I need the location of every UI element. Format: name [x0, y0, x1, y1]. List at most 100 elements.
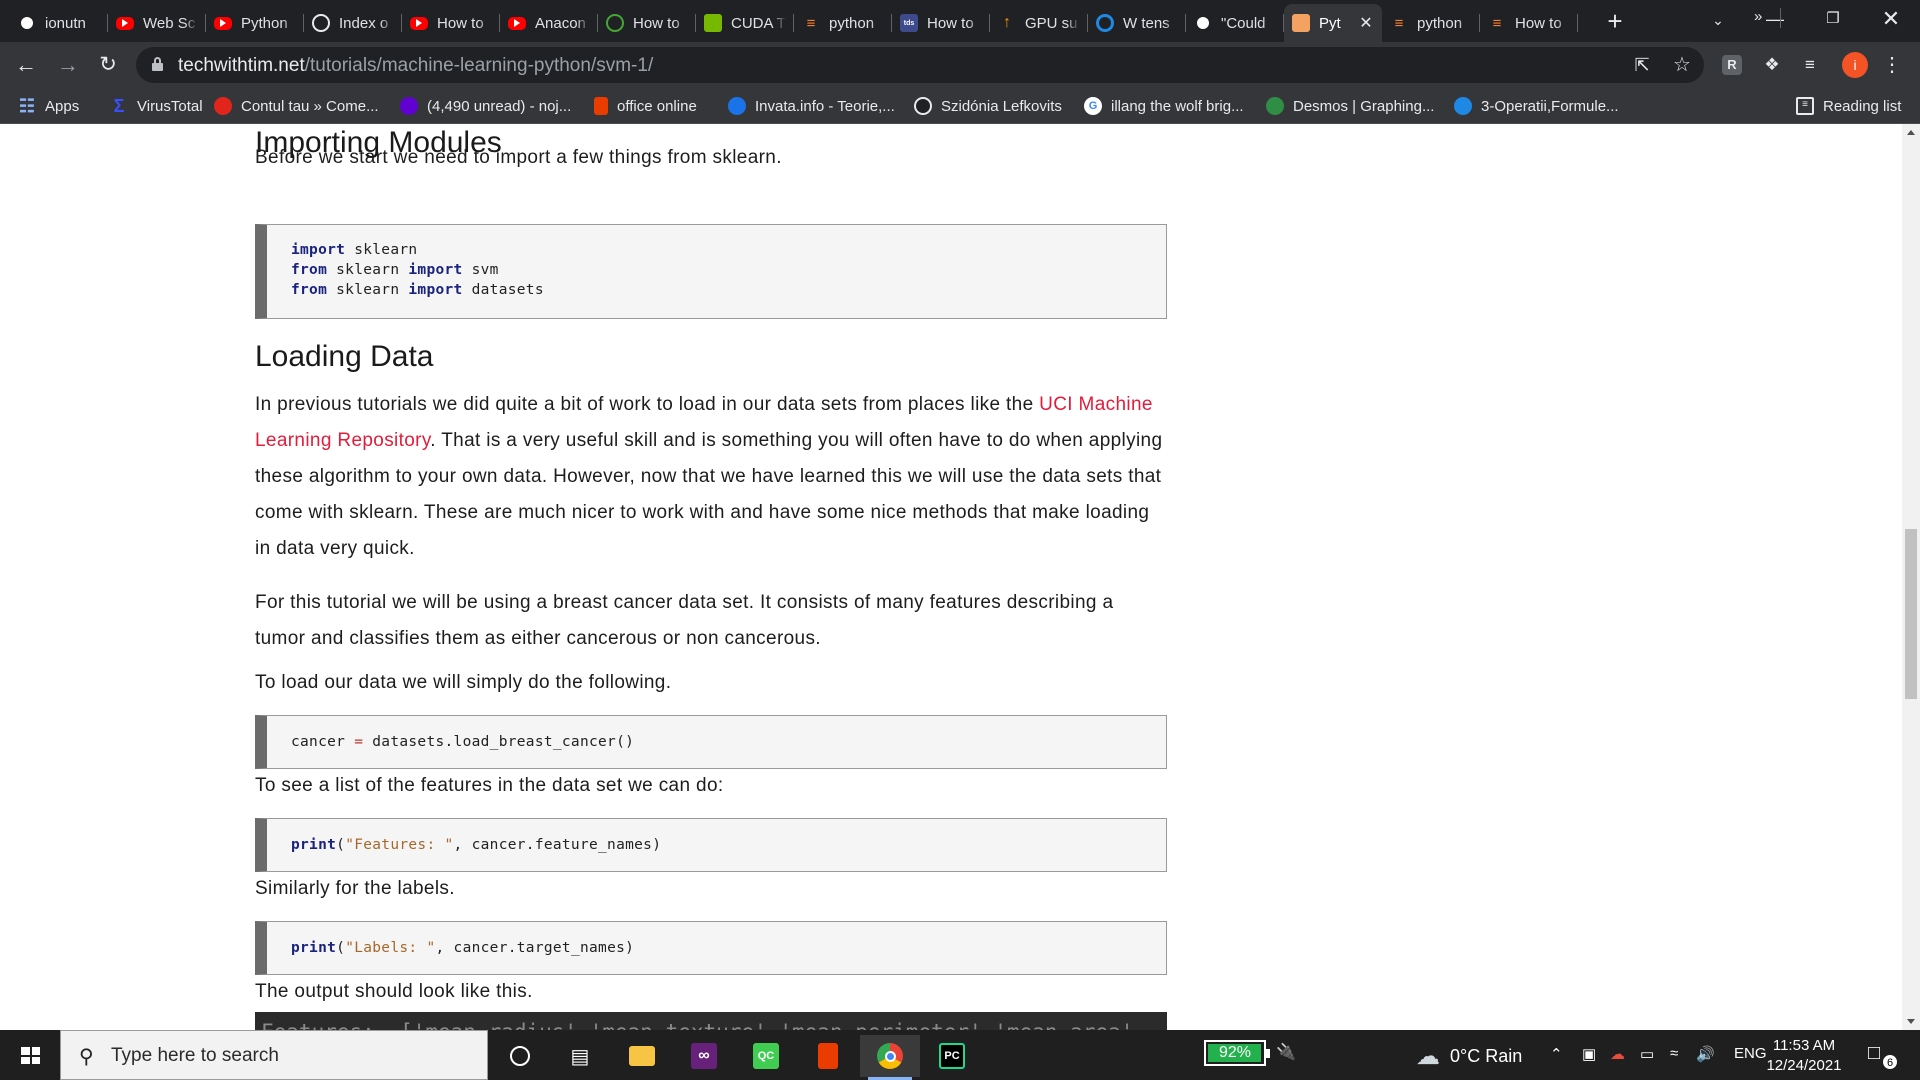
- globe-icon: [914, 97, 932, 115]
- office-icon[interactable]: [798, 1035, 858, 1077]
- forward-button[interactable]: →: [52, 49, 84, 81]
- browser-tab[interactable]: ↑ GPU su: [990, 4, 1088, 42]
- pycharm-icon[interactable]: PC: [922, 1035, 982, 1077]
- wifi-icon[interactable]: ≈: [1670, 1045, 1678, 1062]
- weather-widget[interactable]: ☁ 0°C Rain: [1416, 1042, 1522, 1071]
- close-window-button[interactable]: ✕: [1868, 0, 1914, 40]
- tab-title: Anacon: [535, 14, 586, 32]
- paragraph-loading-1-start: In previous tutorials we did quite a bit…: [255, 394, 1040, 415]
- qt-creator-icon[interactable]: QC: [736, 1035, 796, 1077]
- bookmark-label: Contul tau » Come...: [241, 97, 379, 115]
- browser-tab[interactable]: Index o: [304, 4, 402, 42]
- notifications-icon[interactable]: □ 6: [1868, 1042, 1898, 1070]
- paragraph-import-intro: Before we start we need to import a few …: [255, 147, 782, 168]
- browser-tab[interactable]: Pyt ✕: [1284, 4, 1382, 42]
- tab-search-icon[interactable]: ⌄: [1706, 8, 1730, 32]
- bookmark-star-icon[interactable]: ☆: [1670, 53, 1694, 77]
- url-text[interactable]: techwithtim.net/tutorials/machine-learni…: [178, 55, 653, 77]
- chrome-icon[interactable]: [860, 1035, 920, 1080]
- heading-loading-data: Loading Data: [255, 340, 434, 373]
- browser-tab[interactable]: Python: [206, 4, 304, 42]
- new-tab-button[interactable]: +: [1600, 4, 1630, 38]
- bookmarks-overflow-button[interactable]: »: [1754, 8, 1762, 25]
- media-queue-icon[interactable]: ≡: [1798, 53, 1822, 77]
- bookmark-item[interactable]: Desmos | Graphing...: [1266, 94, 1434, 118]
- bookmark-item[interactable]: Contul tau » Come...: [214, 94, 379, 118]
- tab-title: How to: [437, 14, 484, 32]
- volume-icon[interactable]: 🔊: [1696, 1045, 1715, 1063]
- browser-tab[interactable]: tds How to: [892, 4, 990, 42]
- cortana-icon[interactable]: [490, 1035, 550, 1077]
- scroll-up-arrow-icon[interactable]: [1907, 130, 1915, 135]
- extension-r-icon[interactable]: R: [1722, 55, 1742, 75]
- output-block[interactable]: Features: ['mean radius' 'mean texture' …: [255, 1012, 1167, 1030]
- code-block-load[interactable]: cancer = datasets.load_breast_cancer(): [255, 715, 1167, 769]
- browser-tab[interactable]: ionutn: [10, 4, 108, 42]
- reading-list-label: Reading list: [1823, 97, 1902, 115]
- tab-title: Python: [241, 14, 288, 32]
- scrollbar-thumb[interactable]: [1905, 529, 1917, 699]
- youtube-icon: [410, 16, 428, 30]
- restore-button[interactable]: ❐: [1810, 0, 1856, 40]
- profile-avatar[interactable]: i: [1842, 52, 1868, 78]
- tab-title: Index o: [339, 14, 389, 32]
- browser-tab[interactable]: "Could: [1186, 4, 1284, 42]
- extensions-puzzle-icon[interactable]: ❖: [1760, 53, 1784, 77]
- power-plug-icon: 🔌: [1276, 1044, 1296, 1061]
- show-hidden-icons-icon[interactable]: ⌃: [1550, 1045, 1563, 1063]
- file-explorer-icon[interactable]: [612, 1035, 672, 1077]
- code-line-1: import sklearn: [291, 242, 418, 258]
- vertical-scrollbar[interactable]: [1902, 124, 1920, 1030]
- back-button[interactable]: ←: [10, 49, 42, 81]
- paragraph-features: To see a list of the features in the dat…: [255, 775, 724, 796]
- code-block-features[interactable]: print("Features: ", cancer.feature_names…: [255, 818, 1167, 872]
- battery-indicator[interactable]: 92%: [1204, 1040, 1270, 1066]
- clock[interactable]: 11:53 AM 12/24/2021: [1764, 1036, 1844, 1076]
- bookmark-item[interactable]: ☷ Apps: [18, 94, 79, 118]
- bookmark-item[interactable]: 3-Operatii,Formule...: [1454, 94, 1619, 118]
- browser-tab[interactable]: ≡ How to: [1480, 4, 1578, 42]
- bookmark-item[interactable]: (4,490 unread) - noj...: [400, 94, 571, 118]
- battery-tray-icon[interactable]: ▭: [1640, 1045, 1654, 1063]
- meet-now-icon[interactable]: ▣: [1582, 1045, 1596, 1063]
- onedrive-error-icon[interactable]: ☁: [1610, 1045, 1625, 1063]
- bookmark-item[interactable]: Σ VirusTotal: [110, 94, 203, 118]
- browser-tab[interactable]: W tens: [1088, 4, 1186, 42]
- reload-button[interactable]: ↻: [92, 49, 124, 81]
- tab-title: ionutn: [45, 14, 86, 32]
- browser-tab[interactable]: CUDA T: [696, 4, 794, 42]
- tab-title: python: [829, 14, 875, 32]
- language-indicator[interactable]: ENG: [1734, 1045, 1767, 1062]
- browser-tab[interactable]: ≡ python: [1382, 4, 1480, 42]
- browser-tab[interactable]: How to: [598, 4, 696, 42]
- bookmarks-bar: ☷ Apps Σ VirusTotal Contul tau » Come... (4,4…: [0, 88, 1920, 124]
- code-block-labels[interactable]: print("Labels: ", cancer.target_names): [255, 921, 1167, 975]
- browser-tab[interactable]: ≡ python: [794, 4, 892, 42]
- browser-tab[interactable]: Web Sc: [108, 4, 206, 42]
- taskbar-search-box[interactable]: ⚲ Type here to search: [60, 1030, 488, 1080]
- bookmark-item[interactable]: office online: [594, 94, 697, 118]
- close-tab-icon[interactable]: ✕: [1358, 13, 1374, 33]
- code-line-3: from sklearn import datasets: [291, 282, 544, 298]
- browser-tab[interactable]: Anacon: [500, 4, 598, 42]
- nvidia-icon: [704, 14, 722, 32]
- bookmark-item[interactable]: Gillang the wolf brig...: [1084, 94, 1244, 118]
- lock-icon[interactable]: [152, 57, 163, 71]
- start-button[interactable]: [0, 1030, 60, 1080]
- menu-kebab-icon[interactable]: ⋮: [1880, 53, 1904, 77]
- code-block-imports[interactable]: import sklearn from sklearn import svm f…: [255, 224, 1167, 319]
- bookmark-item[interactable]: Szidónia Lefkovits: [914, 94, 1062, 118]
- stackoverflow-icon: ≡: [1492, 14, 1502, 32]
- bookmarks-divider: [1780, 8, 1781, 28]
- taskbar-search-placeholder: Type here to search: [111, 1045, 279, 1066]
- bookmark-item[interactable]: Invata.info - Teorie,...: [728, 94, 895, 118]
- browser-tab[interactable]: How to: [402, 4, 500, 42]
- visual-studio-icon[interactable]: ∞: [674, 1035, 734, 1077]
- scroll-down-arrow-icon[interactable]: [1907, 1019, 1915, 1024]
- share-icon[interactable]: ⇱: [1630, 53, 1654, 77]
- task-view-icon[interactable]: ▤: [550, 1035, 610, 1077]
- bookmark-label: Apps: [45, 97, 80, 115]
- reading-list-button[interactable]: ≡ Reading list: [1796, 94, 1901, 118]
- address-bar[interactable]: techwithtim.net/tutorials/machine-learni…: [136, 47, 1704, 83]
- site-icon: [1454, 97, 1472, 115]
